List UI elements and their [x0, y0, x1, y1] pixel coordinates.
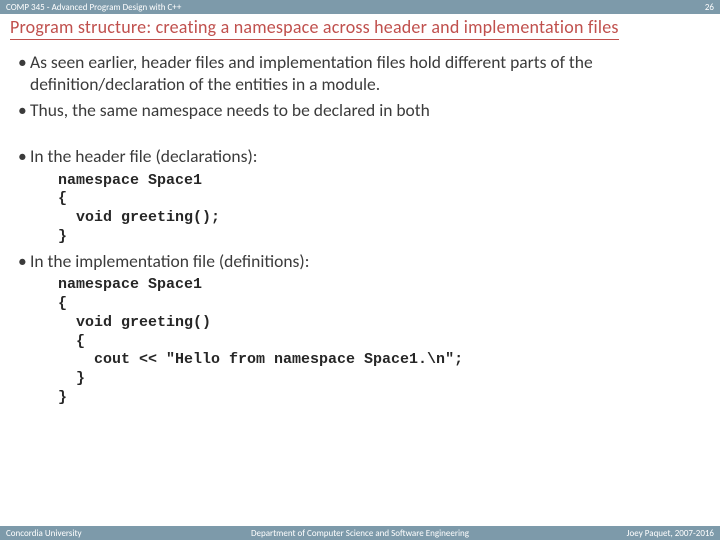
bullet-item: Thus, the same namespace needs to be dec… [18, 100, 702, 122]
header-bar: COMP 345 - Advanced Program Design with … [0, 0, 720, 14]
footer-left: Concordia University [6, 528, 82, 539]
bullet-dot-icon [18, 146, 30, 168]
bullet-text: In the implementation file (definitions)… [30, 251, 702, 273]
bullet-text: Thus, the same namespace needs to be dec… [30, 100, 702, 122]
bullet-text: In the header file (declarations): [30, 146, 702, 168]
code-block-impl: namespace Space1 { void greeting() { cou… [18, 276, 702, 407]
bullet-item: As seen earlier, header files and implem… [18, 52, 702, 96]
page-number: 26 [705, 2, 714, 13]
footer-bar: Concordia University Department of Compu… [0, 526, 720, 540]
bullet-text: As seen earlier, header files and implem… [30, 52, 702, 96]
bullet-item: In the implementation file (definitions)… [18, 251, 702, 273]
code-block-header: namespace Space1 { void greeting(); } [18, 172, 702, 247]
slide: COMP 345 - Advanced Program Design with … [0, 0, 720, 540]
bullet-dot-icon [18, 251, 30, 273]
course-label: COMP 345 - Advanced Program Design with … [6, 2, 181, 13]
slide-title: Program structure: creating a namespace … [10, 16, 619, 40]
spacer [18, 126, 702, 146]
bullet-dot-icon [18, 100, 30, 122]
footer-center: Department of Computer Science and Softw… [0, 528, 720, 539]
bullet-item: In the header file (declarations): [18, 146, 702, 168]
bullet-dot-icon [18, 52, 30, 96]
footer-right: Joey Paquet, 2007-2016 [627, 528, 714, 539]
slide-body: As seen earlier, header files and implem… [0, 42, 720, 408]
title-bar: Program structure: creating a namespace … [0, 14, 720, 42]
